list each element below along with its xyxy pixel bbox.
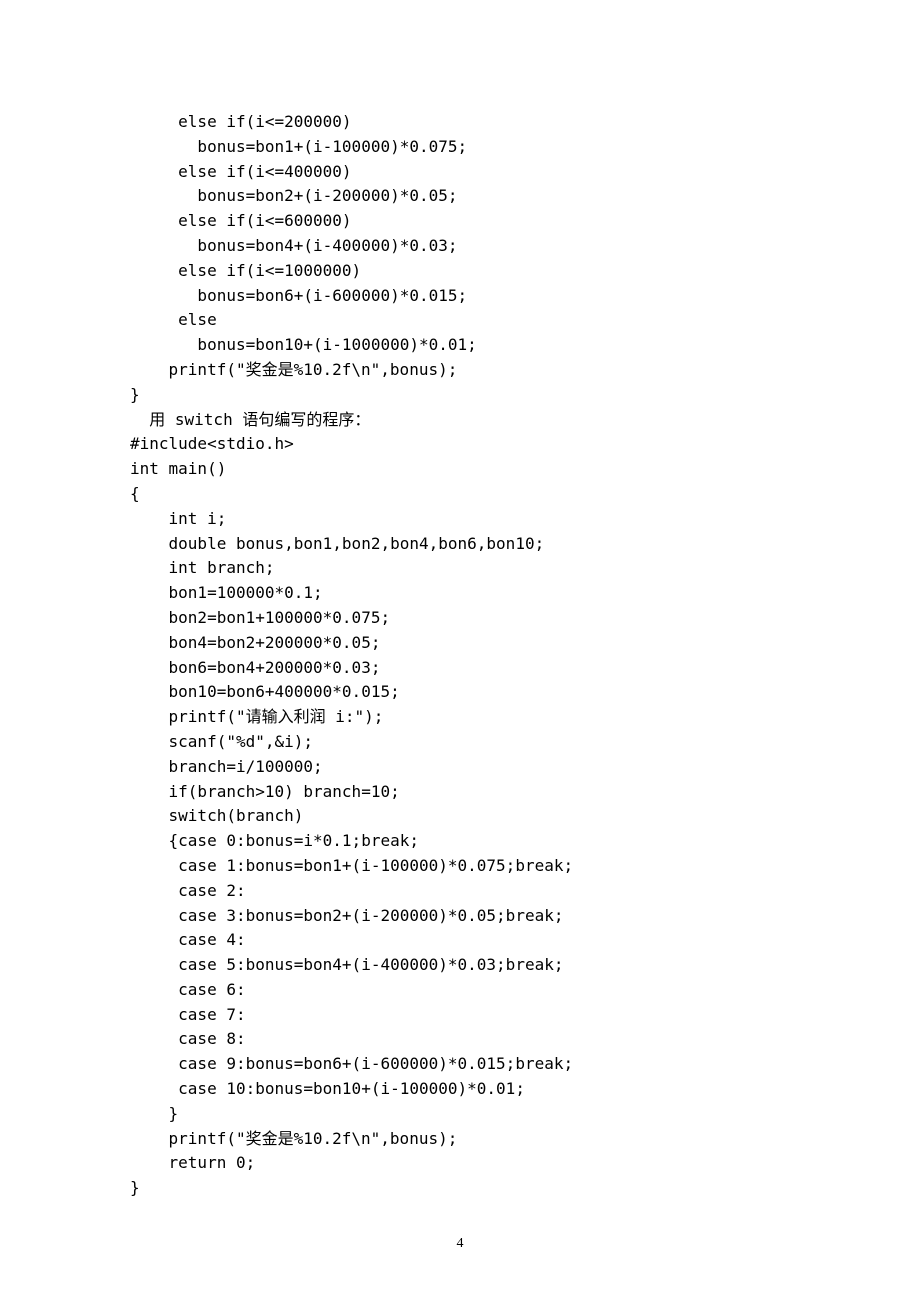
code-line: case 2: [130,879,790,904]
code-line: branch=i/100000; [130,755,790,780]
code-line: case 6: [130,978,790,1003]
code-line: if(branch>10) branch=10; [130,780,790,805]
code-line: case 8: [130,1027,790,1052]
code-line: printf("奖金是%10.2f\n",bonus); [130,1127,790,1152]
code-line: bon4=bon2+200000*0.05; [130,631,790,656]
code-line: case 10:bonus=bon10+(i-100000)*0.01; [130,1077,790,1102]
code-line: int i; [130,507,790,532]
code-line: else if(i<=200000) [130,110,790,135]
code-line: else if(i<=600000) [130,209,790,234]
code-line: bonus=bon2+(i-200000)*0.05; [130,184,790,209]
code-line: bonus=bon10+(i-1000000)*0.01; [130,333,790,358]
code-line: bonus=bon6+(i-600000)*0.015; [130,284,790,309]
code-line: } [130,1102,790,1127]
code-line: double bonus,bon1,bon2,bon4,bon6,bon10; [130,532,790,557]
code-line: bon6=bon4+200000*0.03; [130,656,790,681]
code-line: bonus=bon1+(i-100000)*0.075; [130,135,790,160]
code-line: #include<stdio.h> [130,432,790,457]
code-line: printf("请输入利润 i:"); [130,705,790,730]
code-line: scanf("%d",&i); [130,730,790,755]
code-line: case 5:bonus=bon4+(i-400000)*0.03;break; [130,953,790,978]
code-line: } [130,1176,790,1201]
code-line: return 0; [130,1151,790,1176]
code-line: case 3:bonus=bon2+(i-200000)*0.05;break; [130,904,790,929]
code-line: bon10=bon6+400000*0.015; [130,680,790,705]
code-listing: else if(i<=200000) bonus=bon1+(i-100000)… [130,110,790,1201]
code-line: case 7: [130,1003,790,1028]
code-line: else [130,308,790,333]
code-line: printf("奖金是%10.2f\n",bonus); [130,358,790,383]
code-line: int main() [130,457,790,482]
code-line: case 4: [130,928,790,953]
code-line: else if(i<=400000) [130,160,790,185]
code-line: case 9:bonus=bon6+(i-600000)*0.015;break… [130,1052,790,1077]
code-line: switch(branch) [130,804,790,829]
code-line: else if(i<=1000000) [130,259,790,284]
code-line: int branch; [130,556,790,581]
code-line: 用 switch 语句编写的程序： [130,408,790,433]
code-line: bon2=bon1+100000*0.075; [130,606,790,631]
code-line: {case 0:bonus=i*0.1;break; [130,829,790,854]
code-line: bonus=bon4+(i-400000)*0.03; [130,234,790,259]
code-line: { [130,482,790,507]
page-number: 4 [0,1236,920,1252]
code-line: bon1=100000*0.1; [130,581,790,606]
code-line: } [130,383,790,408]
code-line: case 1:bonus=bon1+(i-100000)*0.075;break… [130,854,790,879]
page-content: else if(i<=200000) bonus=bon1+(i-100000)… [0,0,920,1201]
